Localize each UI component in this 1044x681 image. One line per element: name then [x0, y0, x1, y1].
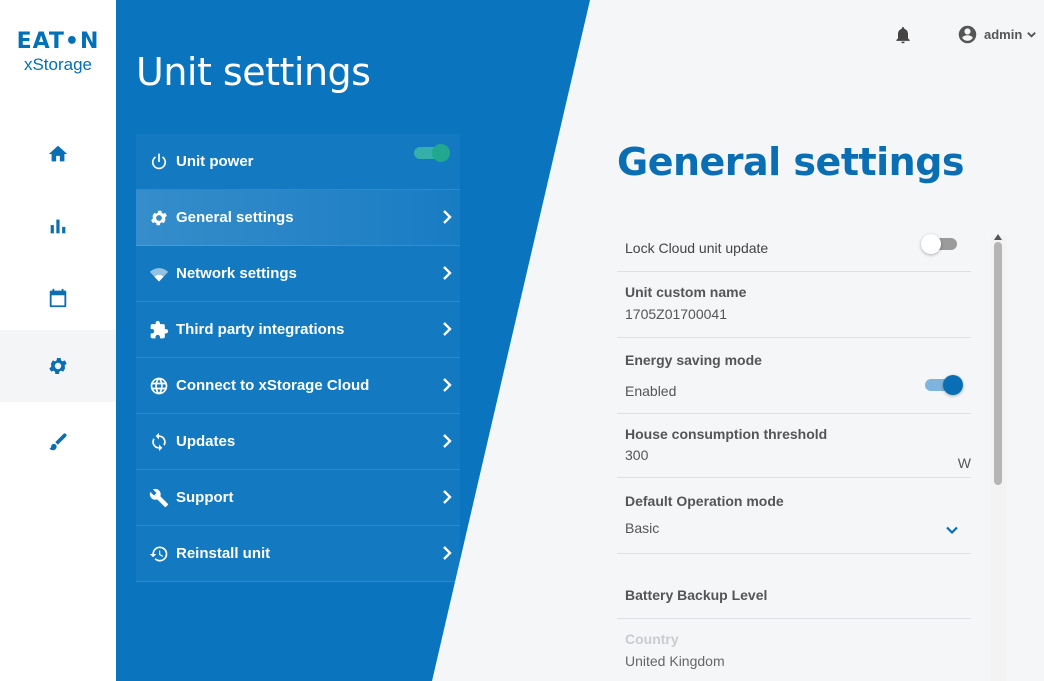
menu-item-label: General settings [176, 209, 294, 226]
calendar-icon [49, 288, 67, 308]
chevron-right-icon [440, 543, 454, 563]
settings-menu: Unit power General settings Network sett… [136, 134, 460, 582]
menu-item-general-settings[interactable]: General settings [136, 190, 460, 246]
setting-battery-backup[interactable]: Battery Backup Level [617, 554, 971, 619]
puzzle-icon [148, 319, 170, 341]
operation-mode-select[interactable]: Basic [625, 520, 659, 536]
gear-icon [148, 207, 170, 229]
menu-item-label: Third party integrations [176, 321, 345, 338]
history-icon [148, 543, 170, 565]
menu-item-label: Connect to xStorage Cloud [176, 377, 370, 394]
gear-icon [49, 358, 67, 374]
eaton-logo: EAT•N xStorage [0, 30, 116, 75]
setting-custom-name: Unit custom name 1705Z01700041 [617, 272, 971, 338]
rail-item-tools[interactable] [0, 406, 116, 478]
setting-label: Energy saving mode [625, 352, 762, 368]
user-avatar-icon [958, 25, 977, 44]
panel-title: Unit settings [136, 50, 371, 94]
rail-item-settings[interactable] [0, 330, 116, 402]
unit-power-toggle[interactable] [414, 144, 450, 162]
rail-item-calendar[interactable] [0, 262, 116, 334]
menu-item-label: Unit power [176, 153, 254, 170]
nav-rail: EAT•N xStorage [0, 0, 116, 681]
threshold-unit: W [957, 455, 971, 471]
scroll-up-arrow-icon[interactable] [993, 228, 1003, 240]
user-menu[interactable]: admin [957, 24, 1037, 45]
wifi-icon [148, 263, 170, 285]
setting-label: Country [625, 631, 679, 647]
power-icon [148, 151, 170, 173]
setting-label: Lock Cloud unit update [625, 240, 769, 256]
setting-lock-cloud: Lock Cloud unit update [617, 222, 971, 272]
menu-item-label: Support [176, 489, 234, 506]
unit-settings-panel: Unit settings Unit power General setting… [116, 0, 596, 681]
logo-text: EAT•N [16, 29, 100, 54]
energy-saving-toggle[interactable] [923, 374, 963, 396]
toggle-knob [943, 375, 963, 395]
setting-value: United Kingdom [625, 653, 725, 669]
lock-cloud-toggle[interactable] [921, 233, 961, 255]
setting-label: Battery Backup Level [625, 587, 768, 603]
custom-name-input[interactable]: 1705Z01700041 [625, 306, 727, 322]
threshold-input[interactable]: 300 [625, 447, 648, 463]
toggle-knob [921, 234, 941, 254]
bell-icon [896, 27, 910, 44]
menu-item-connect-cloud[interactable]: Connect to xStorage Cloud [136, 358, 460, 414]
menu-item-label: Updates [176, 433, 236, 450]
rail-item-home[interactable] [0, 118, 116, 190]
globe-icon [148, 375, 170, 397]
chevron-down-icon [1027, 32, 1037, 38]
chevron-right-icon [440, 431, 454, 451]
menu-item-reinstall[interactable]: Reinstall unit [136, 526, 460, 582]
chevron-right-icon [440, 375, 454, 395]
menu-item-unit-power[interactable]: Unit power [136, 134, 460, 190]
general-settings-list: Lock Cloud unit update Unit custom name … [617, 222, 971, 681]
bar-chart-icon [50, 219, 66, 234]
chevron-right-icon [440, 207, 454, 227]
home-icon [48, 145, 68, 162]
setting-threshold: House consumption threshold 300 W [617, 414, 971, 478]
setting-label: Default Operation mode [625, 493, 784, 509]
menu-item-updates[interactable]: Updates [136, 414, 460, 470]
menu-item-label: Network settings [176, 265, 297, 282]
user-name: admin [984, 27, 1023, 42]
setting-country: Country United Kingdom [617, 619, 971, 681]
notifications-button[interactable] [893, 25, 913, 45]
rail-item-stats[interactable] [0, 190, 116, 262]
wrench-icon [148, 487, 170, 509]
product-name: xStorage [23, 55, 93, 74]
menu-item-support[interactable]: Support [136, 470, 460, 526]
toggle-knob [432, 144, 450, 162]
chevron-right-icon [440, 487, 454, 507]
sync-icon [148, 431, 170, 453]
menu-item-label: Reinstall unit [176, 545, 271, 562]
setting-energy-saving: Energy saving mode Enabled [617, 338, 971, 414]
setting-operation-mode[interactable]: Default Operation mode Basic [617, 478, 971, 554]
menu-item-network-settings[interactable]: Network settings [136, 246, 460, 302]
page-title: General settings [617, 140, 965, 184]
setting-value: Enabled [625, 383, 677, 399]
menu-item-third-party[interactable]: Third party integrations [136, 302, 460, 358]
scrollbar-thumb[interactable] [994, 242, 1002, 485]
chevron-right-icon [440, 319, 454, 339]
setting-label: House consumption threshold [625, 426, 828, 442]
wrench-pencil-icon [49, 433, 67, 451]
setting-label: Unit custom name [625, 284, 747, 300]
chevron-right-icon [440, 263, 454, 283]
chevron-down-icon[interactable] [945, 523, 959, 537]
